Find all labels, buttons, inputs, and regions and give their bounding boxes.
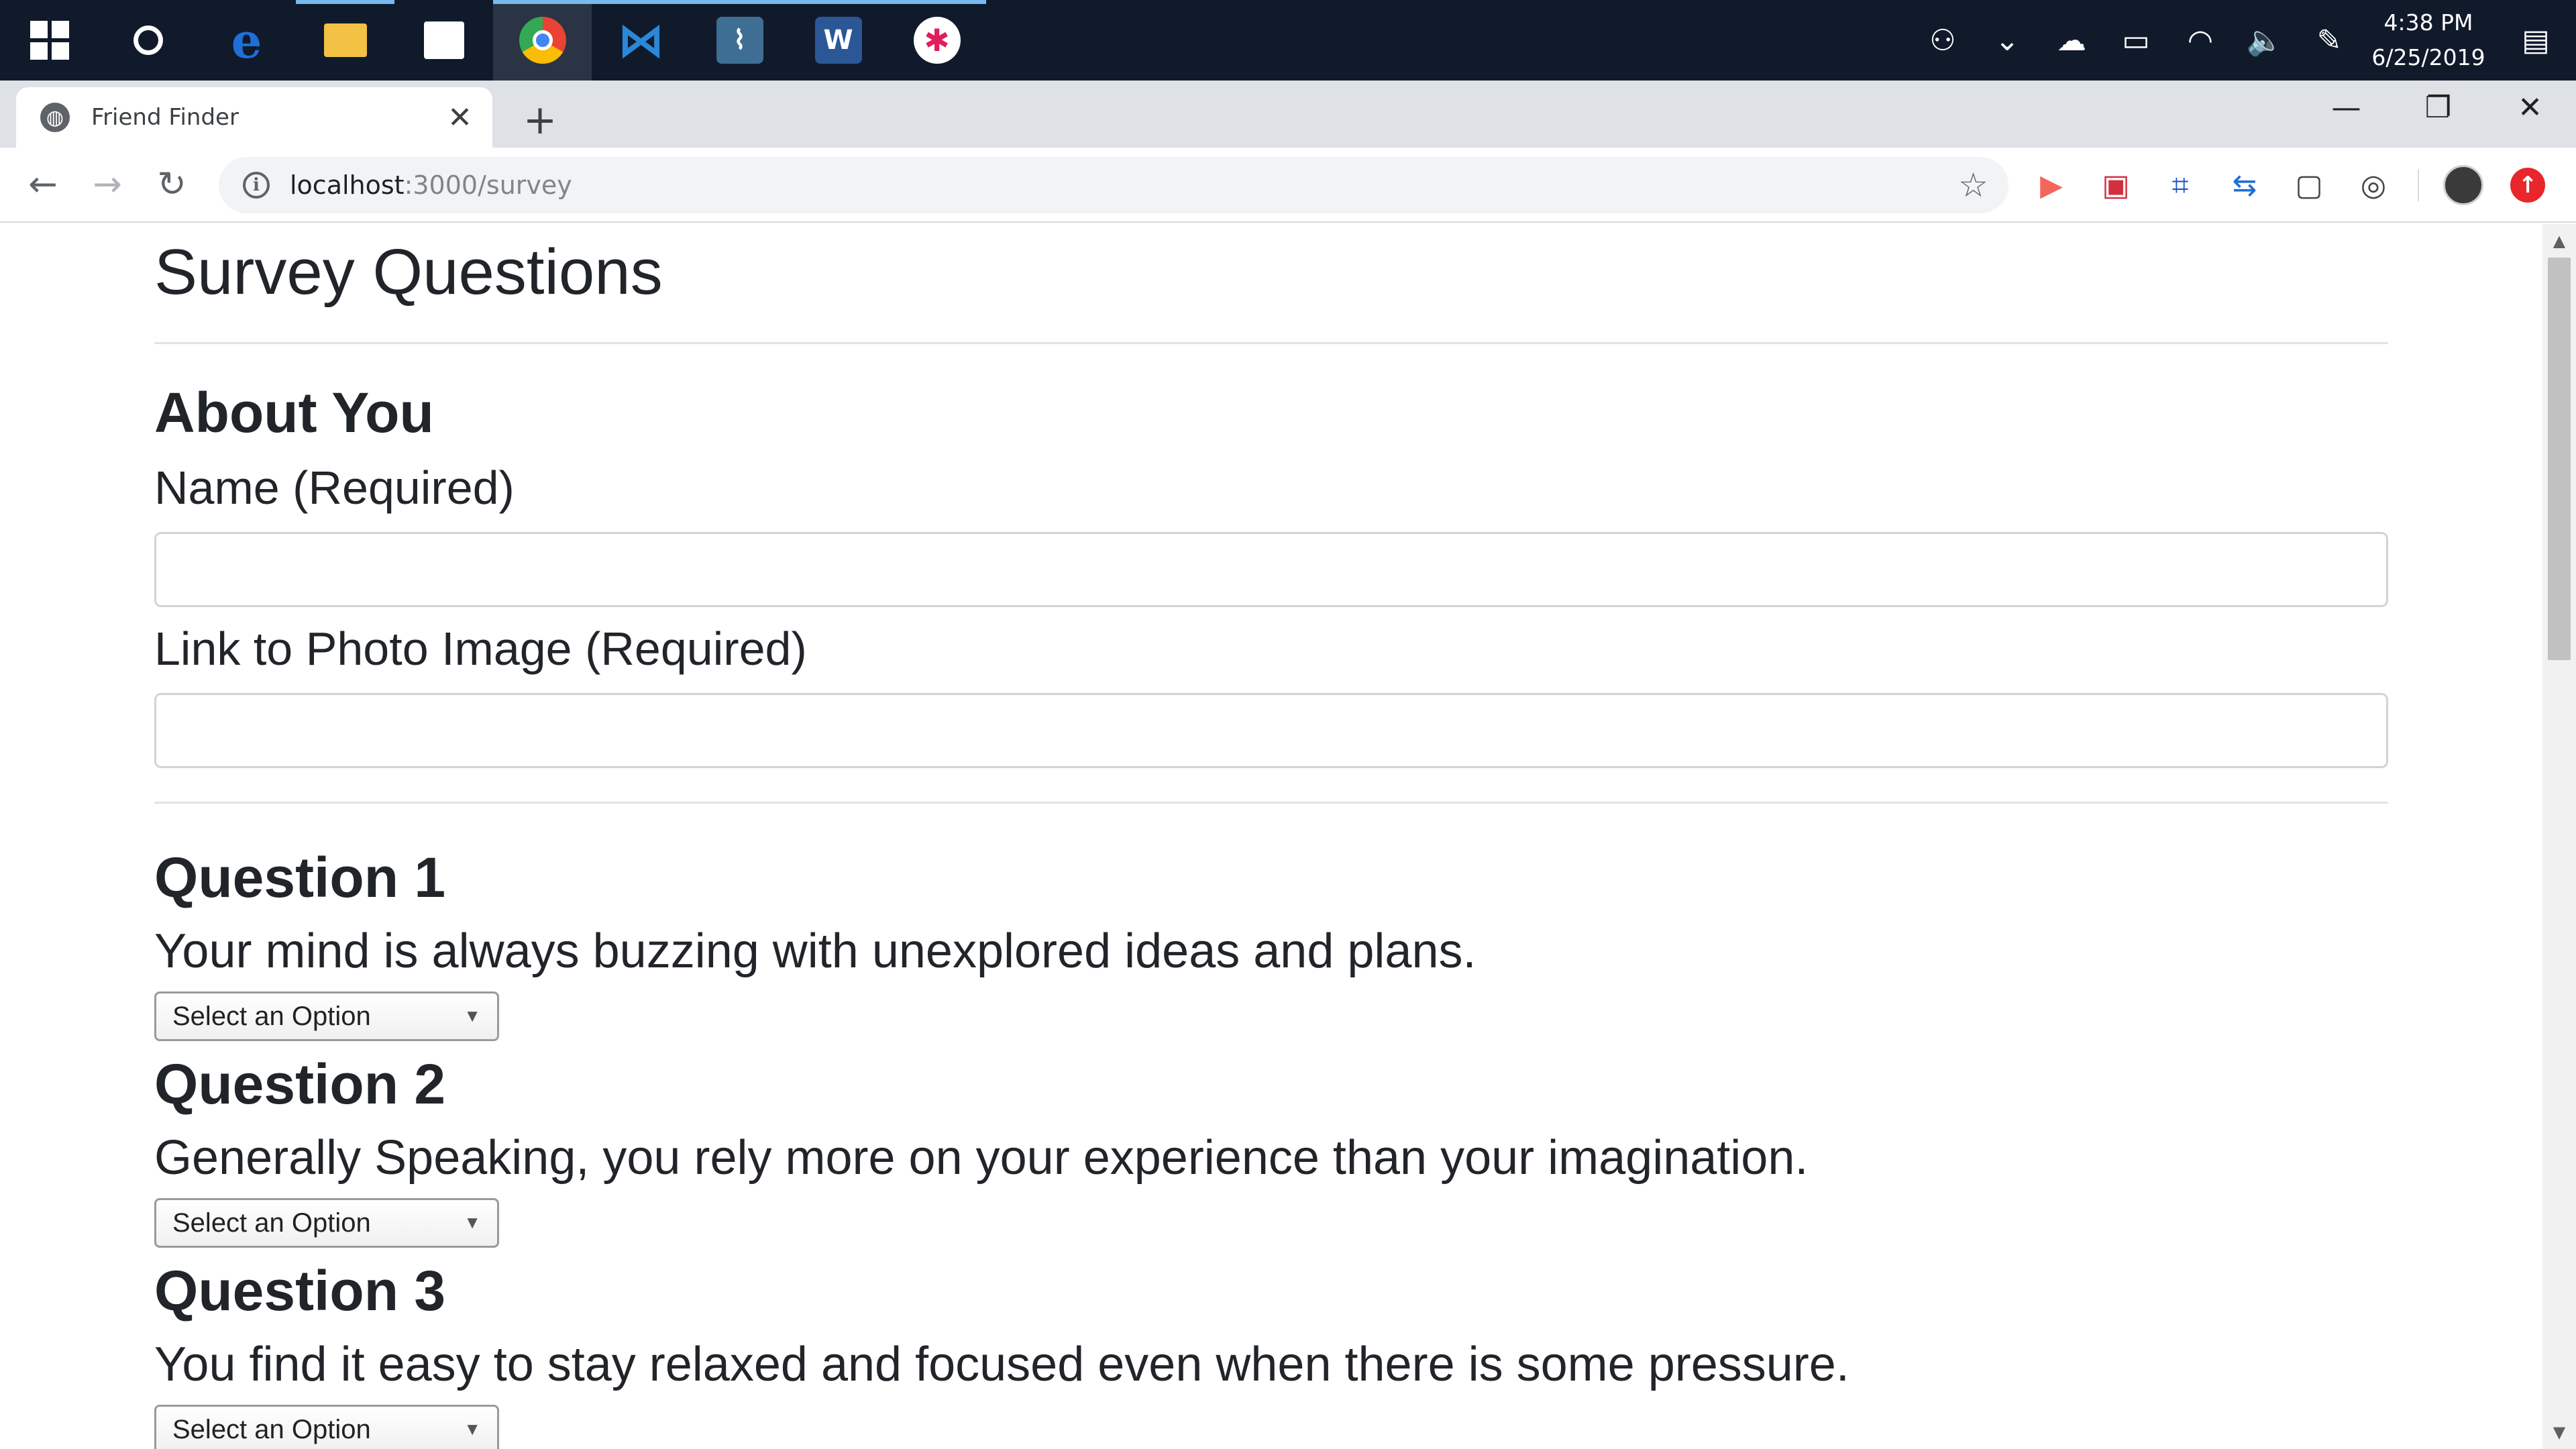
edge-icon: e <box>231 11 262 69</box>
taskbar-app-chrome[interactable] <box>493 0 592 80</box>
taskbar-app-word[interactable]: W <box>789 0 888 80</box>
browser-tab-strip: ◍ Friend Finder ✕ + — ❐ ✕ <box>0 80 2576 148</box>
name-label: Name (Required) <box>154 462 515 514</box>
taskbar-clock[interactable]: 4:38 PM 6/25/2019 <box>2361 0 2496 80</box>
url-text[interactable]: localhost:3000/survey <box>290 170 572 200</box>
action-center-icon[interactable]: ▤ <box>2496 0 2576 80</box>
mysql-workbench-icon: ⌇ <box>716 17 763 64</box>
window-controls: — ❐ ✕ <box>2300 80 2576 134</box>
address-bar[interactable]: i localhost:3000/survey ☆ <box>219 157 2008 213</box>
folder-icon <box>323 23 367 57</box>
arrow-up-icon: ↑ <box>2510 168 2545 203</box>
people-icon[interactable]: ⚇ <box>1911 0 1975 80</box>
clock-date: 6/25/2019 <box>2371 44 2485 70</box>
chrome-icon <box>519 17 566 64</box>
system-tray: ⚇ ⌄ ☁ ▭ ◠ 🔈 ✎ 4:38 PM 6/25/2019 ▤ <box>1911 0 2576 80</box>
start-button[interactable] <box>0 0 99 80</box>
vscode-icon: ⋈ <box>617 13 665 68</box>
question-2-select[interactable]: Select an Option ▼ <box>154 1198 499 1248</box>
store-icon <box>423 21 464 59</box>
update-button[interactable]: ↑ <box>2496 157 2560 213</box>
windows-taskbar: e ⋈ ⌇ W ✱ ⚇ ⌄ ☁ ▭ ◠ 🔈 ✎ 4:38 PM 6/25/201… <box>0 0 2576 80</box>
question-3-select[interactable]: Select an Option ▼ <box>154 1405 499 1449</box>
site-info-icon[interactable]: i <box>243 172 270 199</box>
screencast-extension-icon[interactable]: ▶ <box>2019 157 2084 213</box>
taskbar-app-slack[interactable]: ✱ <box>888 0 986 80</box>
taskbar-app-file-explorer[interactable] <box>296 0 394 80</box>
minimize-icon[interactable]: — <box>2300 80 2392 134</box>
screenshot-extension-icon[interactable]: ▢ <box>2277 157 2341 213</box>
question-3-text: You find it easy to stay relaxed and foc… <box>154 1338 1849 1391</box>
question-2: Question 2 Generally Speaking, you rely … <box>154 1051 2388 1248</box>
forward-icon[interactable]: → <box>75 152 140 217</box>
about-you-heading: About You <box>154 381 434 444</box>
battery-icon[interactable]: ▭ <box>2104 0 2168 80</box>
dropdown-caret-icon: ▼ <box>464 1212 481 1232</box>
taskbar-app-vscode[interactable]: ⋈ <box>592 0 690 80</box>
word-icon: W <box>814 17 862 64</box>
reload-icon[interactable]: ↻ <box>140 152 204 217</box>
question-3: Question 3 You find it easy to stay rela… <box>154 1257 2388 1449</box>
photo-link-label: Link to Photo Image (Required) <box>154 623 807 675</box>
url-path: :3000/survey <box>404 170 572 200</box>
question-1-title: Question 1 <box>154 846 446 909</box>
globe-icon: ◍ <box>40 103 70 132</box>
question-3-title: Question 3 <box>154 1259 446 1322</box>
taskbar-app-mysql-workbench[interactable]: ⌇ <box>690 0 789 80</box>
restore-icon[interactable]: ❐ <box>2392 80 2484 134</box>
url-host: localhost <box>290 170 405 200</box>
sync-extension-icon[interactable]: ⇆ <box>2212 157 2277 213</box>
cortana-button[interactable] <box>99 0 197 80</box>
dropdown-caret-icon: ▼ <box>464 1419 481 1439</box>
close-window-icon[interactable]: ✕ <box>2484 80 2576 134</box>
cortana-icon <box>133 25 163 55</box>
new-tab-button[interactable]: + <box>517 97 564 144</box>
question-1-selected-value: Select an Option <box>172 1001 371 1031</box>
onedrive-icon[interactable]: ☁ <box>2039 0 2104 80</box>
taskbar-app-store[interactable] <box>394 0 493 80</box>
pocket-extension-icon[interactable]: ▣ <box>2084 157 2148 213</box>
clock-time: 4:38 PM <box>2383 9 2473 36</box>
taskbar-app-edge[interactable]: e <box>197 0 296 80</box>
dropdown-caret-icon: ▼ <box>464 1006 481 1026</box>
profile-avatar[interactable] <box>2431 157 2496 213</box>
divider <box>154 802 2388 804</box>
question-3-selected-value: Select an Option <box>172 1414 371 1444</box>
question-1-text: Your mind is always buzzing with unexplo… <box>154 924 1477 978</box>
close-tab-icon[interactable]: ✕ <box>447 101 472 135</box>
extensions-area: ▶ ▣ ⌗ ⇆ ▢ ◎ ↑ <box>2019 157 2560 213</box>
page-scrollbar[interactable]: ▲ ▼ <box>2542 224 2576 1449</box>
page-viewport: Survey Questions About You Name (Require… <box>0 224 2542 1449</box>
scroll-up-arrow-icon[interactable]: ▲ <box>2542 224 2576 258</box>
page-title: Survey Questions <box>154 236 663 308</box>
name-input[interactable] <box>154 532 2388 607</box>
browser-toolbar: ← → ↻ i localhost:3000/survey ☆ ▶ ▣ ⌗ ⇆ … <box>0 148 2576 223</box>
toolbar-separator <box>2418 169 2419 201</box>
wifi-icon[interactable]: ◠ <box>2168 0 2233 80</box>
scrollbar-thumb[interactable] <box>2548 258 2571 660</box>
question-1: Question 1 Your mind is always buzzing w… <box>154 844 2388 1041</box>
survey-container: Survey Questions About You Name (Require… <box>154 224 2388 1449</box>
question-2-title: Question 2 <box>154 1053 446 1116</box>
pen-icon[interactable]: ✎ <box>2297 0 2361 80</box>
tab-title: Friend Finder <box>91 104 239 131</box>
question-2-selected-value: Select an Option <box>172 1208 371 1238</box>
crop-extension-icon[interactable]: ⌗ <box>2148 157 2212 213</box>
chevron-up-icon[interactable]: ⌄ <box>1975 0 2039 80</box>
volume-muted-icon[interactable]: 🔈 <box>2233 0 2297 80</box>
json-extension-icon[interactable]: ◎ <box>2341 157 2406 213</box>
slack-icon: ✱ <box>913 17 961 64</box>
scroll-down-arrow-icon[interactable]: ▼ <box>2542 1415 2576 1449</box>
question-1-select[interactable]: Select an Option ▼ <box>154 991 499 1041</box>
bookmark-star-icon[interactable]: ☆ <box>1958 166 1988 205</box>
divider <box>154 342 2388 344</box>
question-2-text: Generally Speaking, you rely more on you… <box>154 1131 1809 1185</box>
back-icon[interactable]: ← <box>11 152 75 217</box>
browser-tab[interactable]: ◍ Friend Finder ✕ <box>16 87 492 148</box>
windows-logo-icon <box>30 21 69 60</box>
avatar <box>2443 165 2483 205</box>
photo-link-input[interactable] <box>154 693 2388 768</box>
